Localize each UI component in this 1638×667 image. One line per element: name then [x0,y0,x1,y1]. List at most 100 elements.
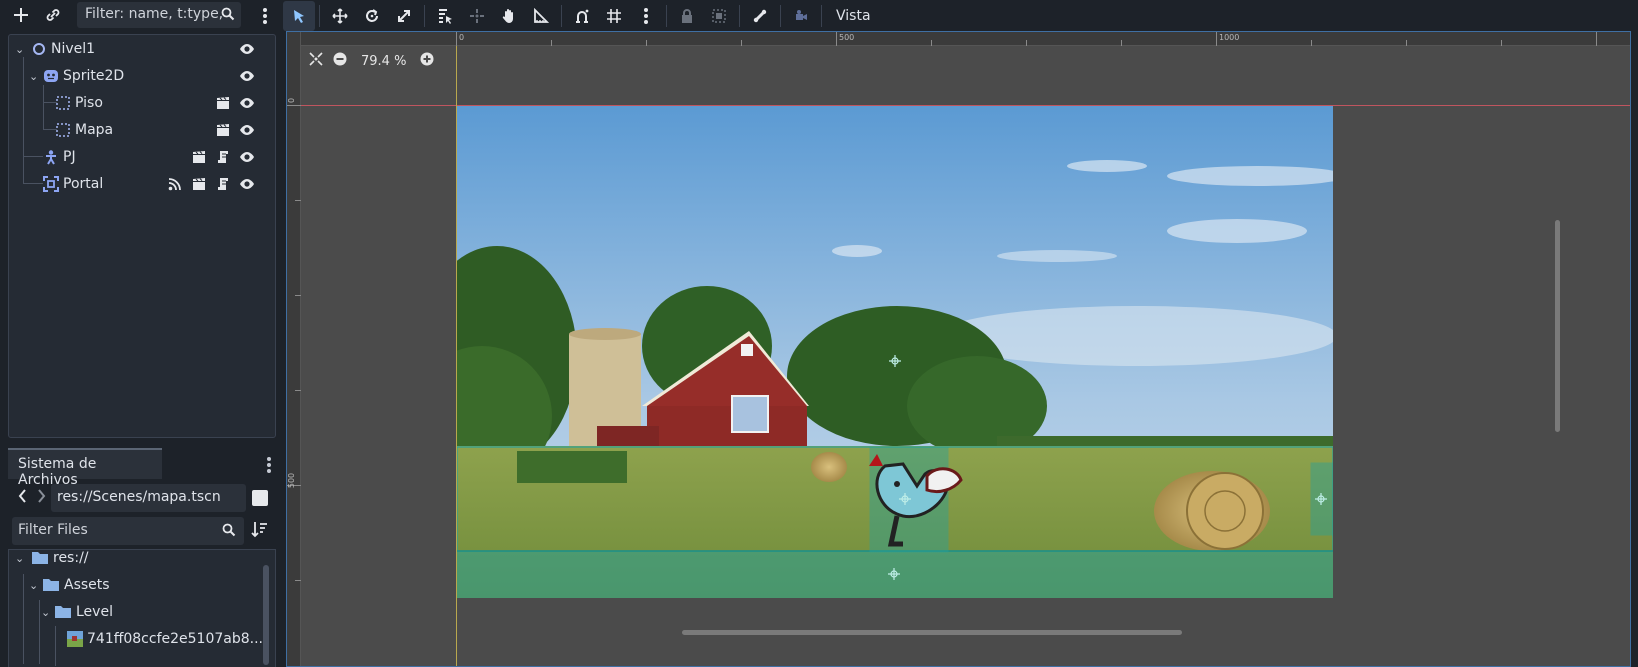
folder-icon [32,550,48,566]
script-icon[interactable] [215,176,231,192]
tree-node-nivel1[interactable]: ⌄ Nivel1 [9,35,275,63]
move-mode-icon[interactable] [324,1,356,31]
ruler-vertical[interactable]: 0 500 [287,32,301,666]
toolbar-separator [666,5,667,27]
scene-menu-kebab-icon[interactable] [252,3,278,29]
filter-files-placeholder: Filter Files [18,522,88,538]
collapse-chevron-icon[interactable]: ⌄ [15,552,24,565]
instance-scene-link-icon[interactable] [40,2,66,28]
tilemap-layer-icon [55,122,71,138]
toolbar-separator [319,5,320,27]
grid-snap-icon[interactable] [598,1,630,31]
collapse-chevron-icon[interactable]: ⌄ [29,579,38,592]
add-node-icon[interactable] [8,2,34,28]
ruler-tick [646,40,647,46]
fs-folder-res[interactable]: ⌄ res:// [9,544,275,572]
tab-filesystem[interactable]: Sistema de Archivos [8,448,162,488]
sprite2d-background[interactable] [457,106,1333,598]
toolbar-separator [821,5,822,27]
collapse-chevron-icon[interactable]: ⌄ [29,70,38,83]
visibility-eye-icon[interactable] [239,95,255,111]
clapperboard-icon[interactable] [215,122,231,138]
fs-file-image[interactable]: 741ff08ccfe2e5107ab8... [9,625,275,653]
select-mode-cursor-icon[interactable] [283,1,315,31]
filesystem-scrollbar[interactable] [263,565,269,665]
view-menu-label: Vista [836,8,871,24]
canvas-viewport[interactable]: 0 500 1000 0 500 79.4 % [286,31,1631,667]
tree-node-portal[interactable]: Portal [9,170,275,198]
nav-back-icon[interactable] [18,489,28,507]
vertical-scrollbar-thumb[interactable] [1555,220,1560,432]
toggle-split-mode-icon[interactable] [252,490,268,506]
filesystem-tree: ⌄ res:// ⌄ Assets ⌄ Level 741ff08ccfe2e5… [8,549,276,667]
ruler-tick [456,32,457,46]
zoom-reset-button[interactable]: 79.4 % [361,54,406,69]
ruler-label: 500 [839,33,855,42]
fs-item-label: res:// [53,550,89,566]
signal-icon[interactable] [167,176,183,192]
center-view-icon[interactable] [309,52,323,70]
clapperboard-icon[interactable] [215,95,231,111]
tree-node-label: PJ [63,149,76,165]
tree-node-mapa[interactable]: Mapa [9,116,275,144]
tree-node-sprite2d[interactable]: ⌄ Sprite2D [9,62,275,90]
tree-node-label: Portal [63,176,104,192]
zoom-out-icon[interactable] [333,52,347,70]
visibility-eye-icon[interactable] [239,149,255,165]
search-icon [221,7,235,25]
smart-snap-icon[interactable] [566,1,598,31]
sort-icon[interactable] [250,520,268,542]
ruler-tick [287,105,301,106]
fs-folder-level[interactable]: ⌄ Level [9,598,275,626]
folder-icon [43,577,59,593]
visibility-eye-icon[interactable] [239,68,255,84]
visibility-eye-icon[interactable] [239,122,255,138]
pan-mode-hand-icon[interactable] [493,1,525,31]
tree-node-piso[interactable]: Piso [9,89,275,117]
ruler-tick [295,390,301,391]
filesystem-path-field[interactable]: res://Scenes/mapa.tscn [51,484,246,512]
visibility-eye-icon[interactable] [239,176,255,192]
rotate-mode-icon[interactable] [356,1,388,31]
tree-node-label: Sprite2D [63,68,125,84]
ruler-tick [295,295,301,296]
clapperboard-icon[interactable] [191,176,207,192]
folder-icon [55,604,71,620]
sprite2d-icon [43,68,59,84]
ruler-tick [1596,32,1597,46]
camera-override-icon[interactable] [785,1,817,31]
snap-options-kebab-icon[interactable] [630,1,662,31]
ruler-tick [1311,40,1312,46]
filter-files-input[interactable]: Filter Files [12,517,244,545]
lock-icon[interactable] [671,1,703,31]
view-menu[interactable]: Vista [826,1,881,31]
fs-folder-assets[interactable]: ⌄ Assets [9,571,275,599]
ruler-tick [836,32,837,46]
ruler-horizontal[interactable]: 0 500 1000 [287,32,1630,46]
tree-node-pj[interactable]: PJ [9,143,275,171]
tilemap-layer-icon [55,95,71,111]
group-icon[interactable] [703,1,735,31]
zoom-controls: 79.4 % [309,52,434,70]
collapse-chevron-icon[interactable]: ⌄ [15,43,24,56]
collapse-chevron-icon[interactable]: ⌄ [41,606,50,619]
script-icon[interactable] [215,149,231,165]
scale-mode-icon[interactable] [388,1,420,31]
fs-item-label: Assets [64,577,110,593]
nav-forward-icon[interactable] [36,489,46,507]
ruler-mode-icon[interactable] [525,1,557,31]
visibility-eye-icon[interactable] [239,41,255,57]
zoom-in-icon[interactable] [420,52,434,70]
ruler-tick [1501,40,1502,46]
list-selectable-nodes-icon[interactable] [429,1,461,31]
skeleton-bone-icon[interactable] [744,1,776,31]
search-icon [222,523,236,541]
pivot-mode-icon[interactable] [461,1,493,31]
filter-nodes-input[interactable]: Filter: name, t:type, [77,2,241,28]
filesystem-path-value: res://Scenes/mapa.tscn [57,489,221,505]
horizontal-scrollbar-thumb[interactable] [682,630,1182,635]
character-body-icon [43,149,59,165]
clapperboard-icon[interactable] [191,149,207,165]
filesystem-menu-kebab-icon[interactable] [262,452,276,478]
canvas-toolbar: Vista [283,0,1638,32]
